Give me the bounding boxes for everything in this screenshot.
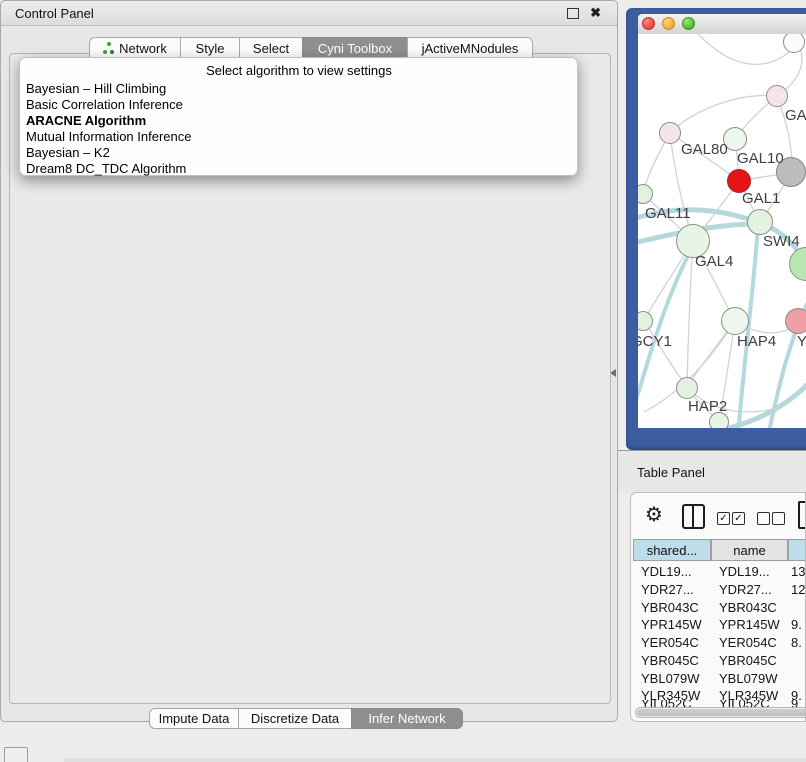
column-header-partial[interactable] xyxy=(788,539,806,561)
network-tab-icon xyxy=(103,42,114,54)
deselect-all-checkbox-icon[interactable] xyxy=(772,512,785,525)
table-row[interactable]: YDR27...YDR27...12 xyxy=(633,581,806,599)
tab-style[interactable]: Style xyxy=(180,37,240,59)
zoom-traffic-light[interactable] xyxy=(682,17,695,30)
node-label: GAL10 xyxy=(737,150,784,167)
tab-impute-data[interactable]: Impute Data xyxy=(149,708,239,729)
column-header-label: shared... xyxy=(647,543,698,558)
select-all-checkbox-icon[interactable]: ✓ xyxy=(732,512,745,525)
tab-jactivemnodules-label: jActiveMNodules xyxy=(422,41,519,56)
deselect-all-checkbox-icon[interactable] xyxy=(757,512,770,525)
column-header-label: name xyxy=(733,543,766,558)
settings-gear-icon[interactable]: ⚙ xyxy=(645,502,663,526)
network-node[interactable] xyxy=(721,307,749,335)
tab-infer-network[interactable]: Infer Network xyxy=(351,708,463,729)
screen: Control Panel ✖ Network Style Select Cyn… xyxy=(0,0,806,762)
node-label: GAL11 xyxy=(645,205,691,222)
cell: YBL079W xyxy=(711,671,788,686)
dropdown-item[interactable]: Bayesian – K2 xyxy=(25,145,572,161)
node-label: Y xyxy=(797,333,806,350)
table-row[interactable]: YBR043CYBR043C xyxy=(633,598,806,616)
control-panel-titlebar: Control Panel ✖ xyxy=(1,1,617,26)
table-row[interactable]: YBR045CYBR045C xyxy=(633,652,806,670)
cell: YPR145W xyxy=(711,617,788,632)
table-panel-frame: ⚙ ✓ ✓ shared... name YDL19...YDL19...13 … xyxy=(630,492,806,722)
cell: YBL079W xyxy=(633,671,711,686)
column-header-name[interactable]: name xyxy=(711,539,788,561)
node-label: GAL xyxy=(785,107,806,124)
node-label: HAP2 xyxy=(688,398,727,415)
dropdown-item-selected[interactable]: ARACNE Algorithm xyxy=(25,113,572,129)
cell: YBR043C xyxy=(633,600,711,615)
cell: YBR045C xyxy=(711,653,788,668)
network-node[interactable] xyxy=(659,122,681,144)
tab-network[interactable]: Network xyxy=(89,37,181,59)
cell: YBR045C xyxy=(633,653,711,668)
network-node[interactable] xyxy=(747,209,773,235)
table-row[interactable]: YDL19...YDL19...13 xyxy=(633,563,806,581)
cell: YDR27... xyxy=(711,582,788,597)
tab-impute-data-label: Impute Data xyxy=(159,711,230,726)
node-label: SWI4 xyxy=(763,233,800,250)
tab-network-label: Network xyxy=(119,41,167,56)
control-panel-title: Control Panel xyxy=(15,6,94,21)
tab-cyni-toolbox-label: Cyni Toolbox xyxy=(318,41,392,56)
cell: YDR27... xyxy=(633,582,711,597)
dropdown-prompt: Select algorithm to view settings xyxy=(25,61,572,81)
cell: 12 xyxy=(788,582,805,597)
cell: YPR145W xyxy=(633,617,711,632)
tab-cyni-toolbox[interactable]: Cyni Toolbox xyxy=(302,37,408,59)
network-node[interactable] xyxy=(766,85,788,107)
tab-infer-network-label: Infer Network xyxy=(368,711,445,726)
network-node[interactable] xyxy=(785,308,806,334)
network-canvas[interactable]: GAL GAL80 GAL10 GAL1 GAL11 SWI4 GAL4 GCY… xyxy=(638,34,806,428)
node-label: GAL80 xyxy=(681,141,728,158)
taskbar-item-icon[interactable] xyxy=(4,747,28,762)
cell: YDL19... xyxy=(633,564,711,579)
node-label: HAP4 xyxy=(737,333,776,350)
table-row[interactable]: YBL079WYBL079W xyxy=(633,669,806,687)
cell: YBR043C xyxy=(711,600,788,615)
dropdown-item[interactable]: Dream8 DC_TDC Algorithm xyxy=(25,161,572,177)
cell: YER054C xyxy=(633,635,711,650)
minimize-traffic-light[interactable] xyxy=(662,17,675,30)
select-all-checkbox-icon[interactable]: ✓ xyxy=(717,512,730,525)
dropdown-item[interactable]: Basic Correlation Inference xyxy=(25,97,572,113)
tab-discretize-data[interactable]: Discretize Data xyxy=(238,708,352,729)
float-window-icon[interactable] xyxy=(567,8,579,21)
dropdown-item[interactable]: Mutual Information Inference xyxy=(25,129,572,145)
control-panel-window: Control Panel ✖ Network Style Select Cyn… xyxy=(0,0,618,722)
table-row[interactable]: YPR145WYPR145W9. xyxy=(633,616,806,634)
bottom-window-edge xyxy=(64,758,806,762)
cell: 9. xyxy=(788,617,802,632)
cell: YER054C xyxy=(711,635,788,650)
cell: 13 xyxy=(788,564,805,579)
tab-jactivemnodules[interactable]: jActiveMNodules xyxy=(407,37,533,59)
node-label: GCY1 xyxy=(638,333,672,350)
algorithm-dropdown-popup: Select algorithm to view settings Bayesi… xyxy=(19,57,578,176)
close-traffic-light[interactable] xyxy=(642,17,655,30)
tab-discretize-data-label: Discretize Data xyxy=(251,711,339,726)
close-window-icon[interactable]: ✖ xyxy=(590,6,601,19)
table-row[interactable]: YER054CYER054C8. xyxy=(633,634,806,652)
cell: 8. xyxy=(788,635,802,650)
table-panel-titlebar: Table Panel xyxy=(618,450,806,493)
tab-style-label: Style xyxy=(196,41,225,56)
node-label: GAL1 xyxy=(742,190,780,207)
tab-select[interactable]: Select xyxy=(239,37,303,59)
tab-select-label: Select xyxy=(253,41,289,56)
cell: YDL19... xyxy=(711,564,788,579)
export-table-icon[interactable] xyxy=(798,501,806,529)
table-panel-title: Table Panel xyxy=(637,465,705,480)
table-horizontal-scrollbar[interactable] xyxy=(635,707,806,718)
node-label: GAL4 xyxy=(695,253,733,270)
dropdown-item[interactable]: Bayesian – Hill Climbing xyxy=(25,81,572,97)
split-columns-icon[interactable] xyxy=(682,504,705,529)
network-node[interactable] xyxy=(676,377,698,399)
column-header-shared-name[interactable]: shared... xyxy=(633,539,711,561)
